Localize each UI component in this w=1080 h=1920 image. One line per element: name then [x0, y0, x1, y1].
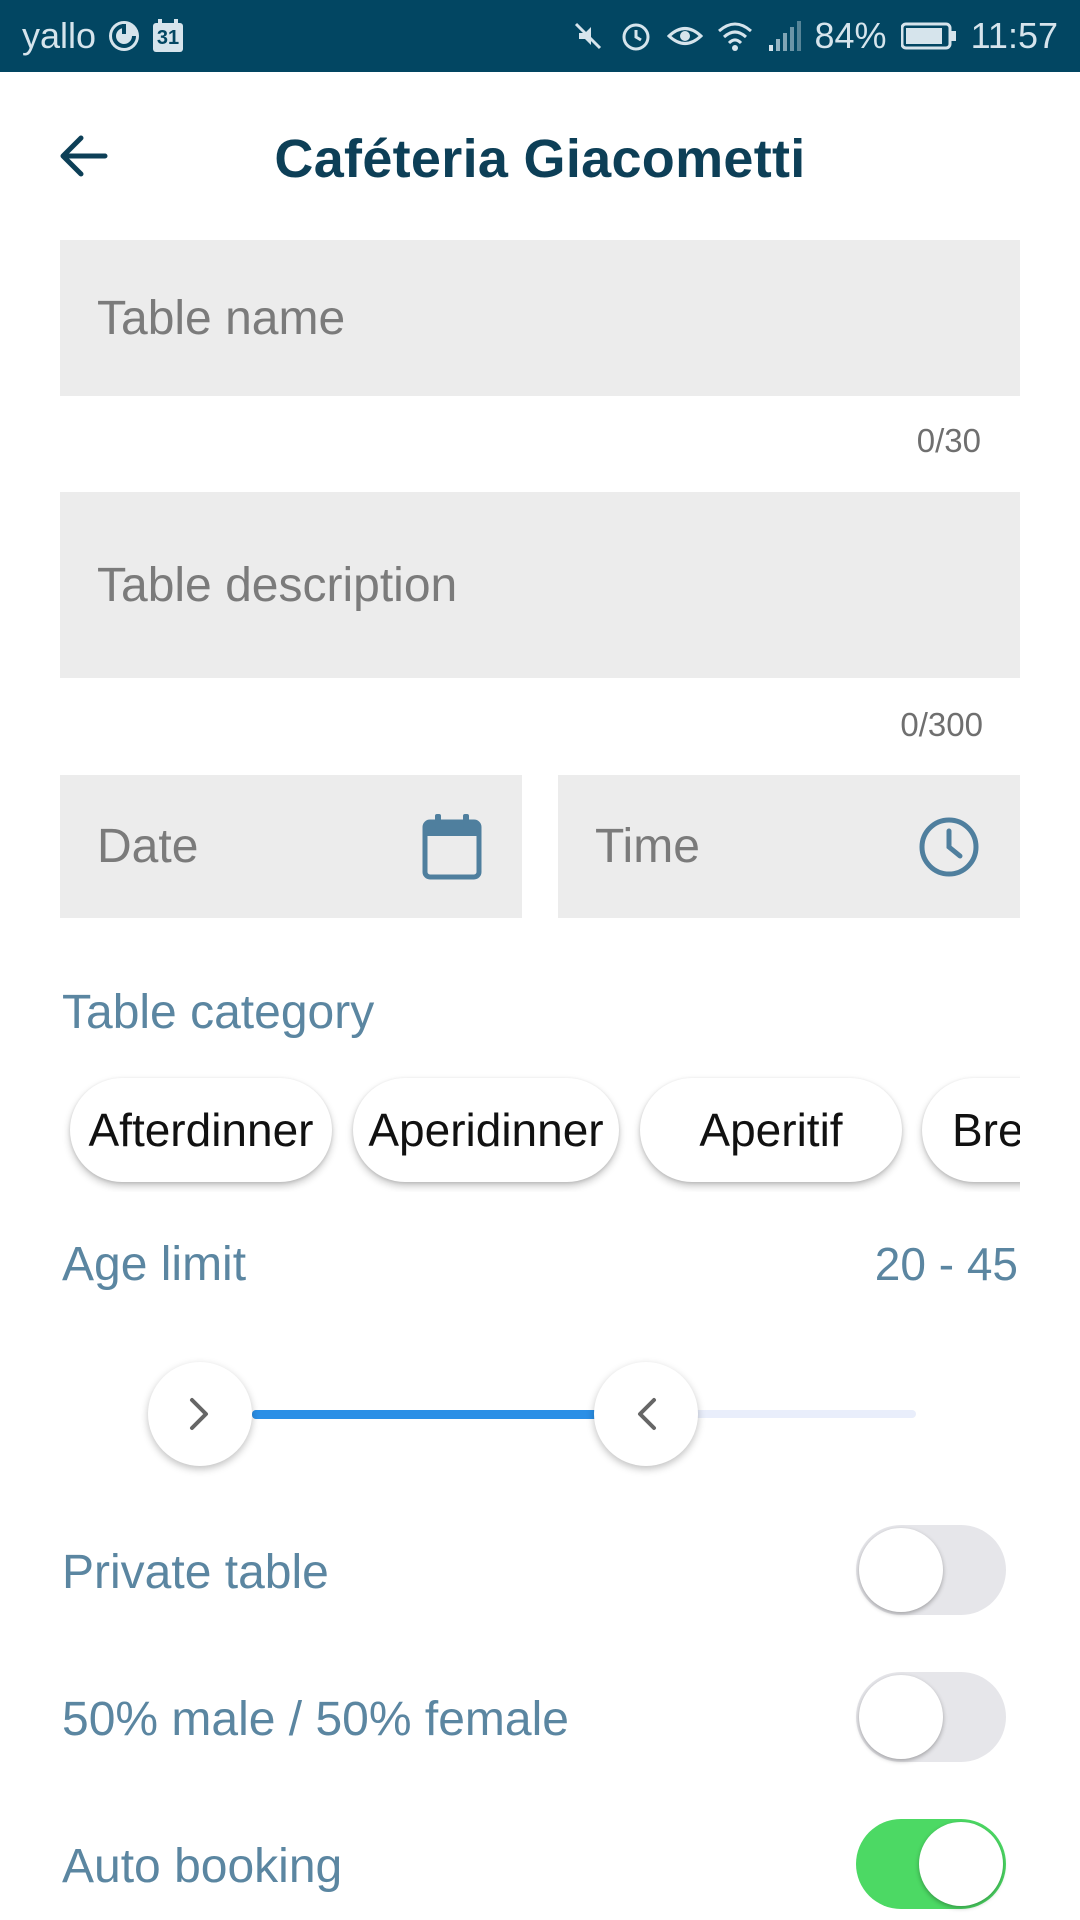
- private-table-label: Private table: [62, 1546, 329, 1599]
- table-name-counter: 0/30: [916, 422, 981, 459]
- category-chip[interactable]: Bre: [922, 1078, 1020, 1182]
- table-name-placeholder: Table name: [97, 291, 346, 345]
- chevron-left-icon: [632, 1394, 660, 1434]
- header: Caféteria Giacometti: [0, 72, 1080, 240]
- age-limit-value: 20 - 45: [874, 1238, 1018, 1290]
- battery-percent: 84%: [814, 15, 887, 56]
- category-chip[interactable]: Aperidinner: [353, 1078, 619, 1182]
- gender-balance-toggle[interactable]: [856, 1672, 1006, 1762]
- calendar-icon: 31: [152, 19, 184, 53]
- alarm-icon: [619, 19, 653, 53]
- table-name-input[interactable]: Table name: [60, 240, 1020, 396]
- time-picker[interactable]: Time: [558, 775, 1020, 918]
- calendar-icon: [422, 813, 482, 880]
- table-description-input[interactable]: Table description: [60, 492, 1020, 678]
- age-limit-label: Age limit: [62, 1238, 247, 1291]
- clock-time: 11:57: [970, 15, 1058, 56]
- toggle-knob: [919, 1822, 1003, 1906]
- gender-balance-label: 50% male / 50% female: [62, 1693, 569, 1746]
- auto-booking-label: Auto booking: [62, 1840, 343, 1893]
- chevron-right-icon: [186, 1394, 214, 1434]
- sync-icon: [106, 18, 142, 54]
- age-slider-range: [252, 1410, 648, 1419]
- private-table-toggle[interactable]: [856, 1525, 1006, 1615]
- table-description-counter: 0/300: [900, 706, 983, 743]
- clock-icon: [918, 816, 980, 878]
- category-chip[interactable]: Aperitif: [640, 1078, 902, 1182]
- page-title: Caféteria Giacometti: [274, 129, 806, 189]
- toggle-knob: [859, 1528, 943, 1612]
- time-placeholder: Time: [595, 820, 700, 873]
- toggle-knob: [859, 1675, 943, 1759]
- signal-icon: [767, 21, 801, 51]
- calendar-day: 31: [156, 27, 180, 49]
- table-description-placeholder: Table description: [97, 558, 458, 612]
- date-picker[interactable]: Date: [60, 775, 522, 918]
- carrier-name: yallo: [22, 15, 97, 56]
- age-slider-max-handle[interactable]: [594, 1362, 698, 1466]
- mute-icon: [571, 19, 605, 53]
- category-chip-list: Afterdinner Aperidinner Aperitif Bre: [60, 1072, 1020, 1192]
- date-placeholder: Date: [97, 820, 199, 873]
- eye-icon: [666, 21, 703, 51]
- table-category-label: Table category: [62, 986, 375, 1039]
- status-bar: yallo 31 84% 11:57: [0, 0, 1080, 72]
- wifi-icon: [717, 21, 753, 51]
- age-slider-min-handle[interactable]: [148, 1362, 252, 1466]
- battery-icon: [900, 22, 957, 50]
- category-chip[interactable]: Afterdinner: [70, 1078, 332, 1182]
- auto-booking-toggle[interactable]: [856, 1819, 1006, 1909]
